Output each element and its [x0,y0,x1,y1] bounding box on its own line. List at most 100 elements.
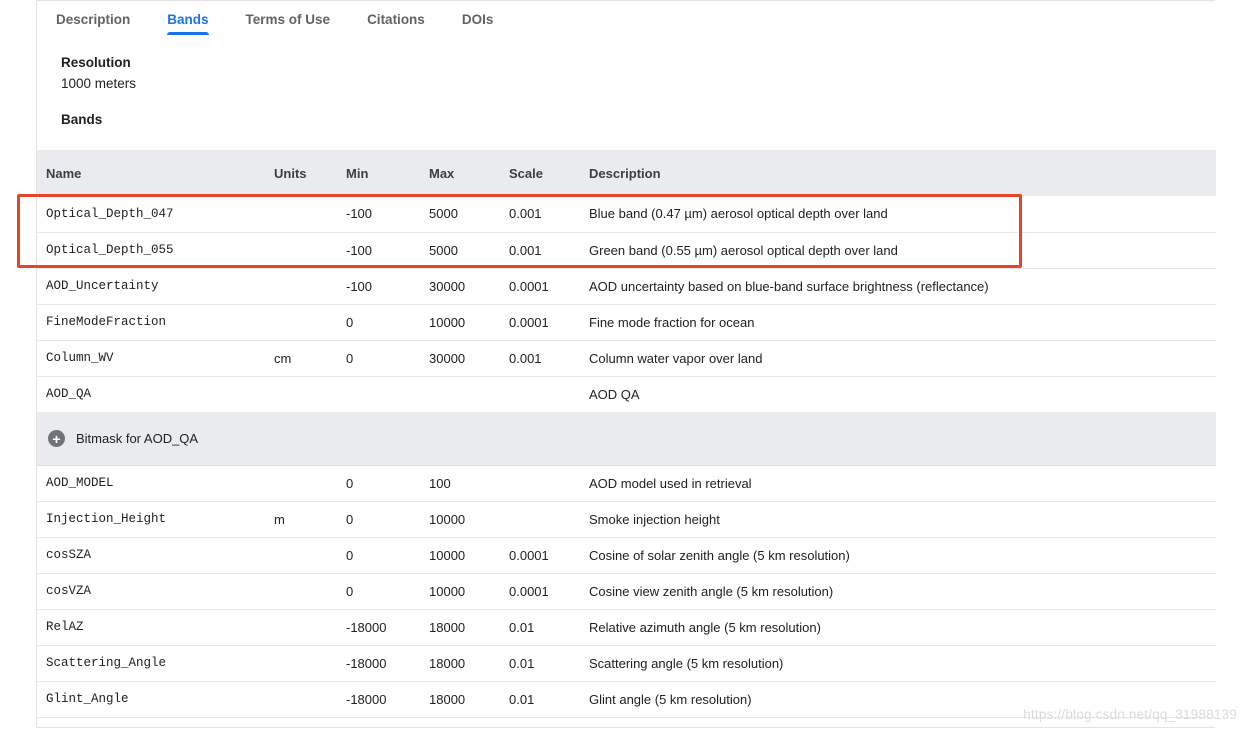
band-row: Optical_Depth_047 -100 5000 0.001 Blue band … [37,196,1216,232]
col-header-name: Name [46,165,82,181]
cell-scale [500,376,580,412]
col-header-min: Min [346,165,369,181]
cell-max: 18000 [429,691,466,707]
band-row: RelAZ -18000 18000 0.01 Relative azimuth ang… [37,609,1216,645]
cell-max: 5000 [429,206,458,222]
cell-description: Fine mode fraction for ocean [589,314,755,330]
cell-scale: 0.001 [509,242,542,258]
cell-min: 0 [346,511,354,527]
cell-description: Cosine view zenith angle (5 km resolutio… [589,583,834,599]
cell-scale: 0.001 [509,206,542,222]
page: Description Bands Terms of Use Citations… [0,0,1243,732]
tab-terms-of-use[interactable]: Terms of Use [246,1,331,38]
cell-name: RelAZ [46,620,84,634]
band-row: FineModeFraction 0 10000 0.0001 Fine mode fr… [37,304,1216,340]
cell-units [265,681,337,717]
cell-name: cosVZA [46,584,92,598]
col-header-description: Description [589,165,661,181]
col-header-max: Max [429,165,455,181]
cell-min: -18000 [346,655,387,671]
cell-max: 5000 [429,242,458,258]
cell-name: Optical_Depth_055 [46,243,174,257]
bands-heading: Bands [61,112,103,127]
cell-min: -100 [346,242,373,258]
band-row: AOD_Uncertainty -100 30000 0.0001 AOD uncert… [37,268,1216,304]
cell-max: 10000 [429,314,466,330]
col-header-units: Units [274,165,307,181]
cell-max: 18000 [429,619,466,635]
cell-min: 0 [346,583,354,599]
cell-scale: 0.01 [509,619,535,635]
tab-description[interactable]: Description [56,1,130,38]
band-row: AOD_QA AOD QA [37,376,1216,412]
band-row: Column_WV cm 0 30000 0.001 Column water vapor… [37,340,1216,376]
tab-dois[interactable]: DOIs [462,1,494,38]
band-row: cosSZA 0 10000 0.0001 Cosine of solar zenith… [37,537,1216,573]
cell-max: 30000 [429,278,466,294]
cell-name: AOD_QA [46,387,92,401]
cell-max: 10000 [429,511,466,527]
tab-bar: Description Bands Terms of Use Citations… [37,1,1215,38]
cell-max: 10000 [429,583,466,599]
cell-max: 100 [429,475,451,491]
cell-min: 0 [346,475,354,491]
cell-min: -100 [346,206,373,222]
cell-description: Cosine of solar zenith angle (5 km resol… [589,547,850,563]
cell-min: 0 [346,547,354,563]
plus-circle-icon[interactable]: + [48,430,65,448]
cell-scale: 0.01 [509,655,535,671]
cell-name: Glint_Angle [46,692,129,706]
cell-description: AOD uncertainty based on blue-band surfa… [589,278,989,294]
cell-scale [500,465,580,501]
band-row: Injection_Height m 0 10000 Smoke injection h… [37,501,1216,537]
cell-scale: 0.0001 [509,314,549,330]
cell-name: FineModeFraction [46,315,167,329]
cell-description: AOD model used in retrieval [589,475,752,491]
cell-units [265,196,337,232]
cell-max: 18000 [429,655,466,671]
resolution-value: 1000 meters [61,76,137,91]
bands-table-body: Optical_Depth_047 -100 5000 0.001 Blue band … [37,196,1216,717]
cell-min [337,376,420,412]
cell-min: -100 [346,278,373,294]
cell-units: cm [274,350,292,366]
band-row: Optical_Depth_055 -100 5000 0.001 Green band… [37,232,1216,268]
bitmask-label: Bitmask for AOD_QA [76,431,199,447]
cell-description: Green band (0.55 µm) aerosol optical dep… [589,242,898,258]
band-row: AOD_MODEL 0 100 AOD model used in retrieval [37,465,1216,501]
bitmask-cell: + Bitmask for AOD_QA [37,412,1216,465]
dataset-card: Description Bands Terms of Use Citations… [36,0,1216,728]
bitmask-row: + Bitmask for AOD_QA [37,412,1216,465]
cell-description: Blue band (0.47 µm) aerosol optical dept… [589,206,888,222]
cell-scale [500,501,580,537]
cell-min: -18000 [346,691,387,707]
cell-units [265,268,337,304]
cell-scale: 0.001 [509,350,542,366]
cell-description: AOD QA [589,386,640,402]
cell-units [265,232,337,268]
resolution-heading: Resolution [61,55,131,70]
cell-units [265,609,337,645]
cell-description: Column water vapor over land [589,350,763,366]
cell-description: Scattering angle (5 km resolution) [589,655,784,671]
cell-units [265,645,337,681]
cell-max [420,376,500,412]
cell-max: 10000 [429,547,466,563]
cell-scale: 0.0001 [509,278,549,294]
watermark: https://blog.csdn.net/qq_31988139 [1023,707,1237,722]
cell-scale: 0.01 [509,691,535,707]
cell-units: m [274,511,285,527]
cell-name: Scattering_Angle [46,656,167,670]
band-row: Scattering_Angle -18000 18000 0.01 Scatterin… [37,645,1216,681]
info-section: Resolution 1000 meters Bands [37,55,1215,128]
cell-units [265,573,337,609]
tab-bands[interactable]: Bands [167,1,209,38]
cell-description: Smoke injection height [589,511,720,527]
cell-description: Relative azimuth angle (5 km resolution) [589,619,821,635]
cell-min: -18000 [346,619,387,635]
cell-scale: 0.0001 [509,583,549,599]
cell-units [265,537,337,573]
cell-name: cosSZA [46,548,92,562]
tab-citations[interactable]: Citations [367,1,425,38]
band-row: cosVZA 0 10000 0.0001 Cosine view zenith ang… [37,573,1216,609]
